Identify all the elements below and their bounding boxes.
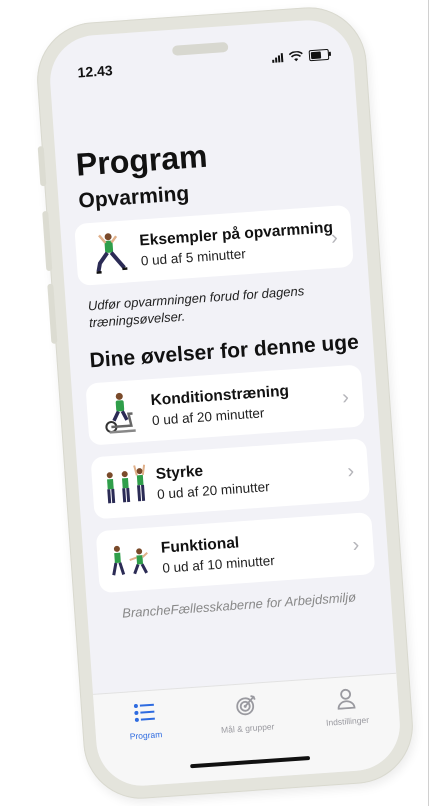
target-icon	[236, 695, 256, 716]
exercise-card-kondition[interactable]: Konditionstræning 0 ud af 20 minutter ›	[85, 364, 365, 446]
chevron-right-icon: ›	[341, 386, 350, 409]
status-bar: 12.43	[47, 17, 354, 88]
bike-figure-icon	[96, 388, 145, 437]
app-screen: 12.43 Program Opvarming Eksempler på opv…	[47, 17, 403, 789]
chevron-right-icon: ›	[346, 460, 355, 483]
phone-frame: 12.43 Program Opvarming Eksempler på opv…	[33, 3, 417, 803]
volume-up-button	[42, 210, 53, 272]
signal-icon	[272, 53, 284, 63]
tab-indstillinger[interactable]: Indstillinger	[305, 685, 388, 729]
exercise-card-funktional[interactable]: Funktional 0 ud af 10 minutter ›	[95, 512, 376, 594]
battery-icon	[308, 48, 330, 62]
strength-figures-icon	[101, 462, 150, 511]
tab-bar: Program Mål & grupper Indstillinger	[92, 672, 403, 789]
tab-label: Program	[129, 729, 163, 742]
status-time: 12.43	[77, 62, 114, 81]
warmup-figure-icon	[85, 228, 134, 277]
exercise-card-styrke[interactable]: Styrke 0 ud af 20 minutter ›	[90, 438, 371, 520]
page-edge-line	[428, 0, 429, 806]
chevron-right-icon: ›	[330, 226, 339, 250]
mute-switch	[37, 146, 47, 187]
home-indicator	[190, 755, 311, 769]
tab-label: Mål & grupper	[220, 721, 275, 736]
tab-label: Indstillinger	[325, 714, 370, 728]
tab-maal-grupper[interactable]: Mål & grupper	[205, 691, 288, 735]
volume-down-button	[47, 283, 58, 344]
list-icon	[133, 703, 155, 722]
functional-figures-icon	[106, 535, 155, 584]
wifi-icon	[288, 50, 303, 62]
warmup-description: Udfør opvarmningen forud for dagens træn…	[87, 283, 305, 331]
speaker-notch	[171, 41, 229, 56]
chevron-right-icon: ›	[351, 534, 360, 557]
person-icon	[337, 688, 356, 710]
status-icons	[272, 48, 330, 64]
tab-program[interactable]: Program	[104, 699, 187, 743]
footer-note: BrancheFællesskaberne for Arbejdsmiljø	[121, 589, 357, 621]
warmup-card[interactable]: Eksempler på opvarmning 0 ud af 5 minutt…	[74, 204, 354, 286]
main-content: Program Opvarming Eksempler på opvarmnin…	[68, 118, 377, 622]
